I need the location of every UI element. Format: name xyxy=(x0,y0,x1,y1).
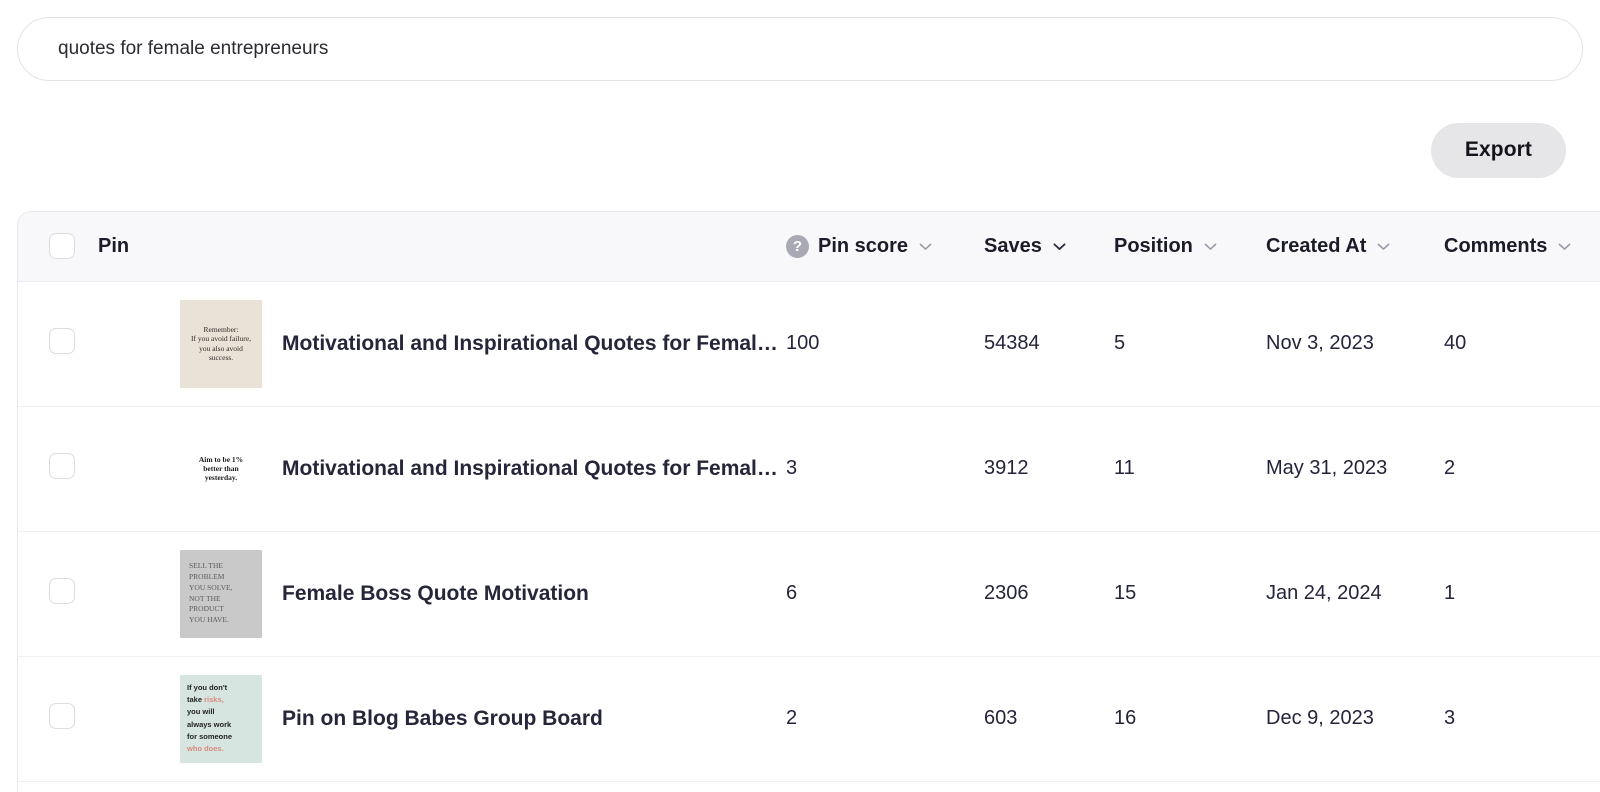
created-at-cell-value: May 31, 2023 xyxy=(1266,457,1388,479)
saves-cell-value: 603 xyxy=(984,707,1018,729)
row-checkbox[interactable] xyxy=(49,327,75,354)
saves-cell: 3912 xyxy=(984,406,1114,531)
header-created-at-label: Created At xyxy=(1266,234,1367,257)
pin-analytics-page: Export Pin xyxy=(0,0,1600,792)
pin-score-cell-value: 100 xyxy=(786,332,820,354)
chevron-down-icon[interactable] xyxy=(1556,238,1573,255)
created-at-cell: Nov 3, 2023 xyxy=(1266,281,1444,406)
row-select-cell xyxy=(18,281,98,406)
export-button[interactable]: Export xyxy=(1430,122,1566,178)
pin-title[interactable]: Female Boss Quote Motivation xyxy=(282,582,589,606)
row-select-cell xyxy=(18,531,98,656)
row-checkbox[interactable] xyxy=(49,577,75,604)
row-select-cell xyxy=(18,406,98,531)
table-row[interactable]: If you don't take risks, you will always wo… xyxy=(18,656,1600,781)
created-at-cell: Dec 9, 2023 xyxy=(1266,656,1444,781)
pin-cell: Aim to be 1% better than yesterday. Motivat… xyxy=(98,406,786,531)
saves-cell-value: 2306 xyxy=(984,582,1029,604)
position-cell: 15 xyxy=(1114,531,1266,656)
pin-score-cell-value: 3 xyxy=(786,457,798,479)
toolbar: Export xyxy=(0,120,1583,180)
table-row[interactable]: Aim to be 1% better than yesterday. Motivat… xyxy=(18,406,1600,531)
select-all-checkbox[interactable] xyxy=(49,233,75,260)
pin-table-container[interactable]: Pin ? Pin score Saves Position Created A… xyxy=(17,211,1600,792)
header-pin-score[interactable]: ? Pin score xyxy=(786,212,984,282)
position-cell-value: 16 xyxy=(1114,707,1137,729)
pin-thumbnail-text: Remember: If you avoid failure, you also a… xyxy=(191,325,251,362)
position-cell: 16 xyxy=(1114,656,1266,781)
position-cell-value: 5 xyxy=(1114,332,1126,354)
pin-title[interactable]: Motivational and Inspirational Quotes fo… xyxy=(282,332,786,356)
header-pin-score-label: Pin score xyxy=(818,234,909,257)
pin-cell: SELL THE PROBLEM YOU SOLVE, NOT THE PRODUCT Y… xyxy=(98,531,786,656)
chevron-down-icon[interactable] xyxy=(1375,238,1392,255)
chevron-down-icon[interactable] xyxy=(917,238,934,255)
table-row[interactable]: Remember: If you avoid failure, you also a… xyxy=(18,281,1600,406)
header-pin-label: Pin xyxy=(98,234,130,257)
pin-thumbnail-text: If you don't take risks, you will always wo… xyxy=(187,683,233,753)
row-select-cell xyxy=(18,656,98,781)
pin-score-cell: 6 xyxy=(786,531,984,656)
row-checkbox[interactable] xyxy=(49,702,75,729)
header-position[interactable]: Position xyxy=(1114,212,1266,282)
header-comments[interactable]: Comments xyxy=(1444,212,1600,282)
pin-thumbnail[interactable]: SELL THE PROBLEM YOU SOLVE, NOT THE PRODUCT Y… xyxy=(180,549,262,638)
created-at-cell: May 31, 2023 xyxy=(1266,406,1444,531)
saves-cell: 2306 xyxy=(984,531,1114,656)
position-cell-value: 11 xyxy=(1114,457,1135,479)
saves-cell-value: 54384 xyxy=(984,332,1040,354)
comments-cell-value: 2 xyxy=(1444,457,1456,479)
pin-cell: If you don't take risks, you will always wo… xyxy=(98,656,786,781)
saves-cell: 54384 xyxy=(984,281,1114,406)
table-header: Pin ? Pin score Saves Position Created A… xyxy=(18,212,1600,282)
table-row[interactable]: SELL THE PROBLEM YOU SOLVE, NOT THE PRODUCT Y… xyxy=(18,531,1600,656)
comments-cell-value: 40 xyxy=(1444,332,1467,354)
header-saves[interactable]: Saves xyxy=(984,212,1114,282)
position-cell: 11 xyxy=(1114,406,1266,531)
comments-cell: 3 xyxy=(1444,656,1600,781)
pin-thumbnail[interactable]: If you don't take risks, you will always wo… xyxy=(180,674,262,763)
pin-thumbnail-text: Aim to be 1% better than yesterday. xyxy=(198,454,244,483)
search-input[interactable] xyxy=(17,17,1583,81)
chevron-down-icon[interactable] xyxy=(1202,238,1219,255)
comments-cell-value: 1 xyxy=(1444,582,1456,604)
created-at-cell-value: Jan 24, 2024 xyxy=(1266,582,1382,604)
row-checkbox[interactable] xyxy=(49,452,75,479)
pin-cell: Remember: If you avoid failure, you also a… xyxy=(98,281,786,406)
pin-score-cell: 3 xyxy=(786,406,984,531)
comments-cell: 2 xyxy=(1444,406,1600,531)
comments-cell: 1 xyxy=(1444,531,1600,656)
help-icon[interactable]: ? xyxy=(786,234,809,258)
pin-score-cell-value: 2 xyxy=(786,707,798,729)
header-select-all-cell xyxy=(18,212,98,282)
pin-thumbnail[interactable]: Remember: If you avoid failure, you also a… xyxy=(180,299,262,388)
position-cell-value: 15 xyxy=(1114,582,1137,604)
chevron-down-icon[interactable] xyxy=(1051,238,1068,255)
header-pin: Pin xyxy=(98,212,786,282)
pin-score-cell: 2 xyxy=(786,656,984,781)
search-bar xyxy=(17,17,1583,81)
created-at-cell-value: Nov 3, 2023 xyxy=(1266,332,1374,354)
header-created-at[interactable]: Created At xyxy=(1266,212,1444,282)
table-body: Remember: If you avoid failure, you also a… xyxy=(18,281,1600,781)
created-at-cell: Jan 24, 2024 xyxy=(1266,531,1444,656)
header-saves-label: Saves xyxy=(984,234,1042,257)
pin-thumbnail[interactable]: Aim to be 1% better than yesterday. xyxy=(180,424,262,513)
pin-title[interactable]: Pin on Blog Babes Group Board xyxy=(282,707,603,731)
created-at-cell-value: Dec 9, 2023 xyxy=(1266,707,1374,729)
pin-table: Pin ? Pin score Saves Position Created A… xyxy=(18,212,1600,782)
comments-cell: 40 xyxy=(1444,281,1600,406)
position-cell: 5 xyxy=(1114,281,1266,406)
pin-score-cell-value: 6 xyxy=(786,582,798,604)
header-comments-label: Comments xyxy=(1444,234,1548,257)
saves-cell-value: 3912 xyxy=(984,457,1029,479)
header-position-label: Position xyxy=(1114,234,1193,257)
pin-score-cell: 100 xyxy=(786,281,984,406)
saves-cell: 603 xyxy=(984,656,1114,781)
header-row: Pin ? Pin score Saves Position Created A… xyxy=(18,212,1600,282)
comments-cell-value: 3 xyxy=(1444,707,1456,729)
pin-thumbnail-text: SELL THE PROBLEM YOU SOLVE, NOT THE PRODUCT Y… xyxy=(189,560,233,625)
pin-title[interactable]: Motivational and Inspirational Quotes fo… xyxy=(282,457,786,481)
